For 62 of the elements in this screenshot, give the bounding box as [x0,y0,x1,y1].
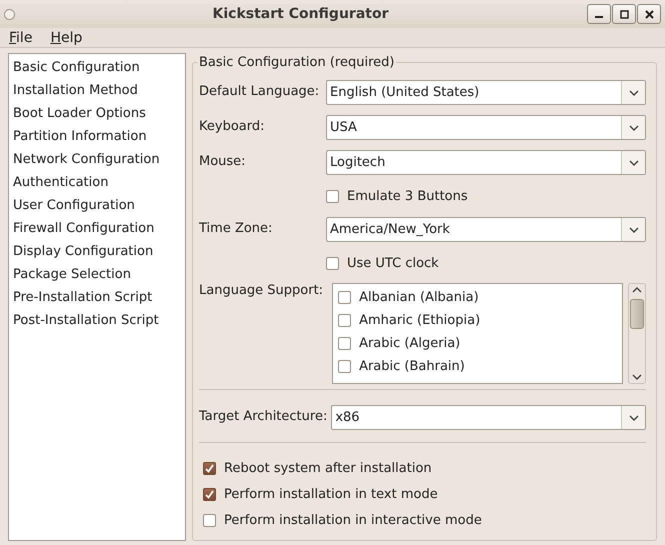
section-list-item[interactable]: Pre-Installation Script [9,286,185,309]
menu-item[interactable]: Help [50,30,82,46]
checkbox[interactable] [338,291,352,304]
checkbox-label: Perform installation in text mode [224,486,438,502]
close-button[interactable] [637,4,661,24]
checkbox[interactable] [338,314,352,327]
dropdown[interactable]: Logitech [326,150,646,175]
language-item[interactable]: Arabic (Bahrain) [359,359,465,374]
language-item[interactable]: Albanian (Albania) [359,290,479,305]
down-caret-icon [628,160,638,166]
down-caret-icon [632,374,642,380]
menu-item[interactable]: File [9,30,32,46]
language-item[interactable]: Amharic (Ethiopia) [359,313,480,328]
minimize-button[interactable] [587,4,611,24]
window-menu-icon[interactable] [4,8,15,20]
check-icon [205,490,214,498]
checkbox[interactable] [338,360,352,373]
language-item[interactable]: Arabic (Algeria) [359,336,460,351]
up-caret-icon [632,287,642,293]
dropdown[interactable]: USA [326,115,646,140]
field-label: Language Support: [199,283,324,300]
section-list-item[interactable]: Display Configuration [9,240,185,263]
check-icon [205,464,214,472]
section-list-item[interactable]: User Configuration [9,194,185,217]
field-label: Target Architecture: [199,409,328,426]
section-list-item[interactable]: Partition Information [9,125,185,148]
section-list-item[interactable]: Basic Configuration [9,56,185,79]
checkbox[interactable] [203,514,216,526]
down-caret-icon [628,90,638,96]
checkbox[interactable] [326,190,339,202]
dropdown[interactable]: English (United States) [326,80,646,105]
checkbox-label: Emulate 3 Buttons [347,188,468,204]
scrollbar[interactable] [628,283,646,384]
down-caret-icon [628,226,638,232]
section-list-item[interactable]: Post-Installation Script [9,309,185,332]
checkbox-label: Perform installation in interactive mode [224,512,482,528]
field-label: Keyboard: [199,119,266,136]
checkbox-label: Reboot system after installation [224,460,432,476]
close-icon [644,10,654,18]
scrollbar-thumb[interactable] [630,298,644,328]
checkbox[interactable] [203,488,216,500]
down-caret-icon [628,414,638,420]
section-list-item[interactable]: Network Configuration [9,148,185,171]
field-label: Default Language: [199,84,320,101]
field-label: Time Zone: [199,221,274,238]
section-list-item[interactable]: Installation Method [9,79,185,102]
window-title: Kickstart Configurator [212,6,390,22]
maximize-icon [620,10,628,18]
section-list-item[interactable]: Boot Loader Options [9,102,185,125]
checkbox[interactable] [338,337,352,350]
section-list-item[interactable]: Package Selection [9,263,185,286]
section-list-item[interactable]: Firewall Configuration [9,217,185,240]
maximize-button[interactable] [612,4,636,24]
checkbox-label: Use UTC clock [347,256,439,270]
dropdown[interactable]: America/New_York [326,217,646,242]
down-caret-icon [628,124,638,130]
checkbox[interactable] [326,256,339,270]
dropdown[interactable]: x86 [331,405,646,430]
frame-title: Basic Configuration (required) [197,55,396,70]
checkbox[interactable] [203,462,216,474]
section-list-item[interactable]: Authentication [9,171,185,194]
field-label: Mouse: [199,154,247,171]
